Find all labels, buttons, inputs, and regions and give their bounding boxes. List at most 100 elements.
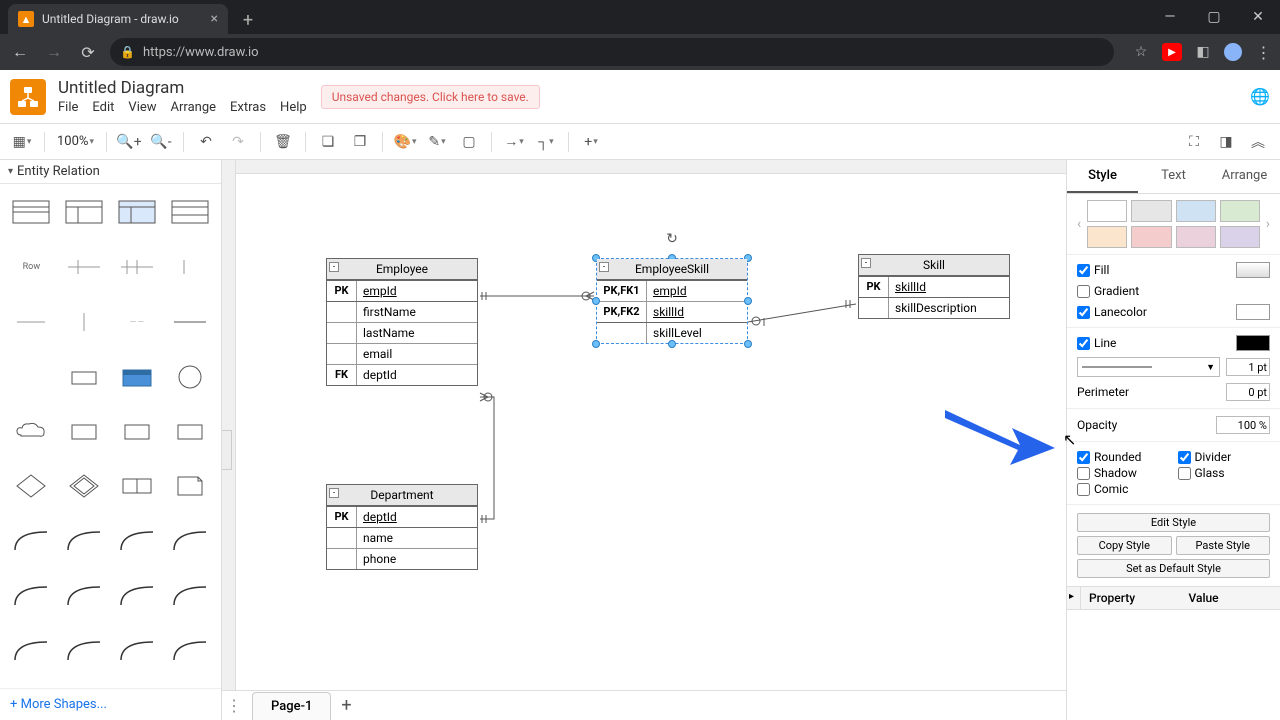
gradient-checkbox[interactable] (1077, 285, 1090, 298)
rotate-handle-icon[interactable]: ↻ (666, 231, 678, 247)
line-width-input[interactable] (1226, 358, 1270, 376)
shadow-checkbox[interactable] (1077, 467, 1090, 480)
shape-rel3[interactable] (114, 521, 161, 561)
shape-rel7[interactable] (114, 576, 161, 616)
shape-rel2[interactable] (61, 521, 108, 561)
close-tab-icon[interactable]: × (211, 11, 218, 27)
shape-cloud[interactable] (8, 412, 55, 452)
table-department[interactable]: -Department PKdeptId name phone (326, 484, 478, 570)
zoom-out-button[interactable]: 🔍- (147, 128, 175, 156)
shape-table4[interactable] (166, 192, 213, 232)
shape-rect-blue[interactable] (114, 357, 161, 397)
shape-rel8[interactable] (166, 576, 213, 616)
shape-row5[interactable] (8, 302, 55, 342)
format-panel-button[interactable]: ◨ (1212, 128, 1240, 156)
table-skill[interactable]: -Skill PKskillId skillDescription (858, 254, 1010, 319)
lanecolor-picker[interactable] (1236, 304, 1270, 320)
swatch[interactable] (1131, 200, 1171, 222)
line-checkbox[interactable] (1077, 337, 1090, 350)
shape-note[interactable] (166, 466, 213, 506)
palette-header[interactable]: Entity Relation (0, 160, 221, 184)
more-shapes-link[interactable]: + More Shapes... (0, 688, 221, 720)
menu-edit[interactable]: Edit (92, 100, 114, 115)
divider-checkbox[interactable] (1178, 451, 1191, 464)
shape-entity2[interactable] (114, 412, 161, 452)
copy-style-button[interactable]: Copy Style (1077, 536, 1172, 555)
address-bar[interactable]: 🔒 https://www.draw.io (110, 38, 1114, 66)
table-employeeskill[interactable]: ↻ -EmployeeSkill PK,FK1empId PK,FK2skill… (596, 258, 748, 344)
extension-icon[interactable]: ◧ (1194, 43, 1212, 61)
tab-arrange[interactable]: Arrange (1209, 160, 1280, 193)
menu-help[interactable]: Help (280, 100, 307, 115)
language-icon[interactable]: 🌐 (1250, 87, 1270, 106)
paste-style-button[interactable]: Paste Style (1176, 536, 1271, 555)
swatch[interactable] (1220, 226, 1260, 248)
app-logo[interactable] (10, 79, 46, 115)
swatch[interactable] (1131, 226, 1171, 248)
fill-color-picker[interactable] (1236, 262, 1270, 278)
shape-empty1[interactable] (8, 357, 55, 397)
shape-circle[interactable] (166, 357, 213, 397)
maximize-button[interactable]: ▢ (1192, 0, 1236, 34)
shape-entity3[interactable] (166, 412, 213, 452)
shape-split-rect[interactable] (114, 466, 161, 506)
shape-diamond[interactable] (8, 466, 55, 506)
swatch[interactable] (1220, 200, 1260, 222)
delete-button[interactable]: 🗑 (269, 128, 297, 156)
shape-rel11[interactable] (114, 631, 161, 671)
new-tab-button[interactable]: + (234, 6, 262, 34)
shape-diamond2[interactable] (61, 466, 108, 506)
menu-extras[interactable]: Extras (230, 100, 266, 115)
insert-button[interactable]: +▾ (577, 128, 605, 156)
swatch[interactable] (1087, 226, 1127, 248)
add-page-button[interactable]: + (331, 691, 361, 720)
perimeter-input[interactable] (1226, 383, 1270, 401)
fullscreen-button[interactable]: ⛶ (1180, 128, 1208, 156)
shape-entity1[interactable] (61, 412, 108, 452)
connection-button[interactable]: →▾ (500, 128, 528, 156)
shape-rel10[interactable] (61, 631, 108, 671)
opacity-input[interactable] (1216, 416, 1270, 434)
shape-row6[interactable] (61, 302, 108, 342)
shape-table3[interactable] (114, 192, 161, 232)
forward-button[interactable]: → (42, 40, 66, 64)
default-style-button[interactable]: Set as Default Style (1077, 559, 1270, 578)
sidebar-collapse-handle[interactable] (222, 430, 232, 470)
browser-menu-icon[interactable]: ⋮ (1254, 43, 1272, 61)
waypoint-button[interactable]: ┐▾ (532, 128, 560, 156)
rounded-checkbox[interactable] (1077, 451, 1090, 464)
swatch-prev-icon[interactable]: ‹ (1075, 216, 1083, 232)
redo-button[interactable]: ↷ (224, 128, 252, 156)
to-front-button[interactable]: ❏ (314, 128, 342, 156)
shape-rel1[interactable] (8, 521, 55, 561)
glass-checkbox[interactable] (1178, 467, 1191, 480)
fill-color-button[interactable]: 🎨▾ (391, 128, 419, 156)
shape-table2[interactable] (61, 192, 108, 232)
minimize-button[interactable]: — (1148, 0, 1192, 34)
bookmark-icon[interactable]: ☆ (1132, 43, 1150, 61)
edit-style-button[interactable]: Edit Style (1077, 513, 1270, 532)
menu-view[interactable]: View (128, 100, 156, 115)
menu-file[interactable]: File (58, 100, 78, 115)
youtube-ext-icon[interactable]: ▶ (1162, 43, 1182, 61)
shadow-button[interactable]: ▢ (455, 128, 483, 156)
line-color-button[interactable]: ✎▾ (423, 128, 451, 156)
to-back-button[interactable]: ❐ (346, 128, 374, 156)
table-employee[interactable]: -Employee PKempId firstName lastName ema… (326, 258, 478, 386)
shape-hr[interactable] (166, 302, 213, 342)
shape-row7[interactable]: ─ ─ (114, 302, 161, 342)
reload-button[interactable]: ⟳ (76, 40, 100, 64)
shape-rect[interactable] (61, 357, 108, 397)
lanecolor-checkbox[interactable] (1077, 306, 1090, 319)
undo-button[interactable]: ↶ (192, 128, 220, 156)
shape-rel4[interactable] (166, 521, 213, 561)
back-button[interactable]: ← (8, 40, 32, 64)
page-tab[interactable]: Page-1 (252, 692, 331, 720)
document-title[interactable]: Untitled Diagram (58, 78, 307, 98)
comic-checkbox[interactable] (1077, 483, 1090, 496)
shape-row4[interactable] (166, 247, 213, 287)
shape-rel6[interactable] (61, 576, 108, 616)
shape-rel9[interactable] (8, 631, 55, 671)
shape-rel5[interactable] (8, 576, 55, 616)
line-style-select[interactable]: ▼ (1077, 357, 1220, 377)
